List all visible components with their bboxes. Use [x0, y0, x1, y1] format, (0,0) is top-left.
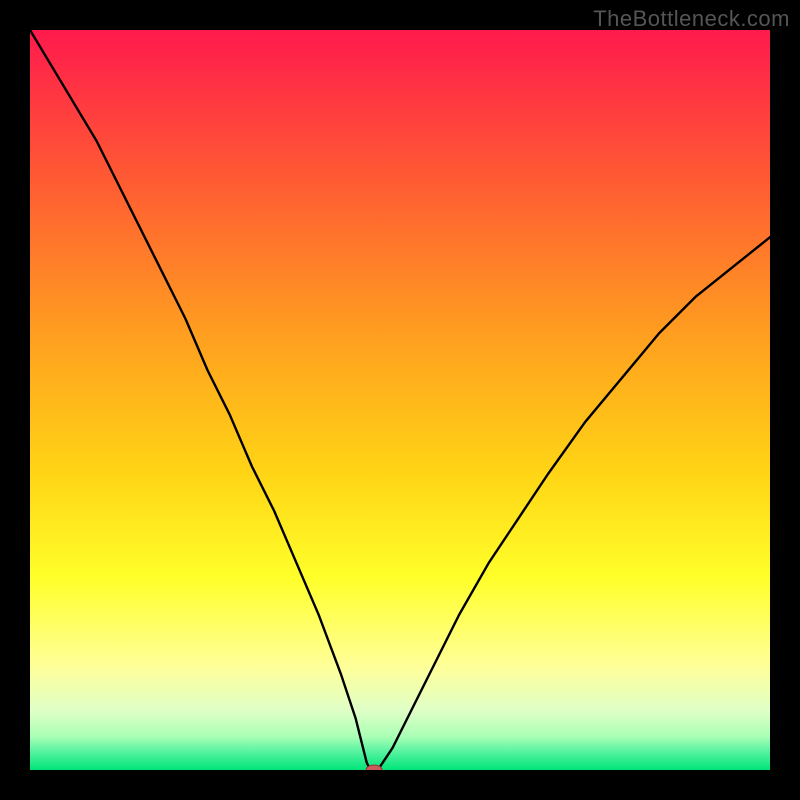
bottleneck-chart: [30, 30, 770, 770]
chart-frame: TheBottleneck.com: [0, 0, 800, 800]
plot-area: [30, 30, 770, 770]
watermark-text: TheBottleneck.com: [593, 6, 790, 32]
